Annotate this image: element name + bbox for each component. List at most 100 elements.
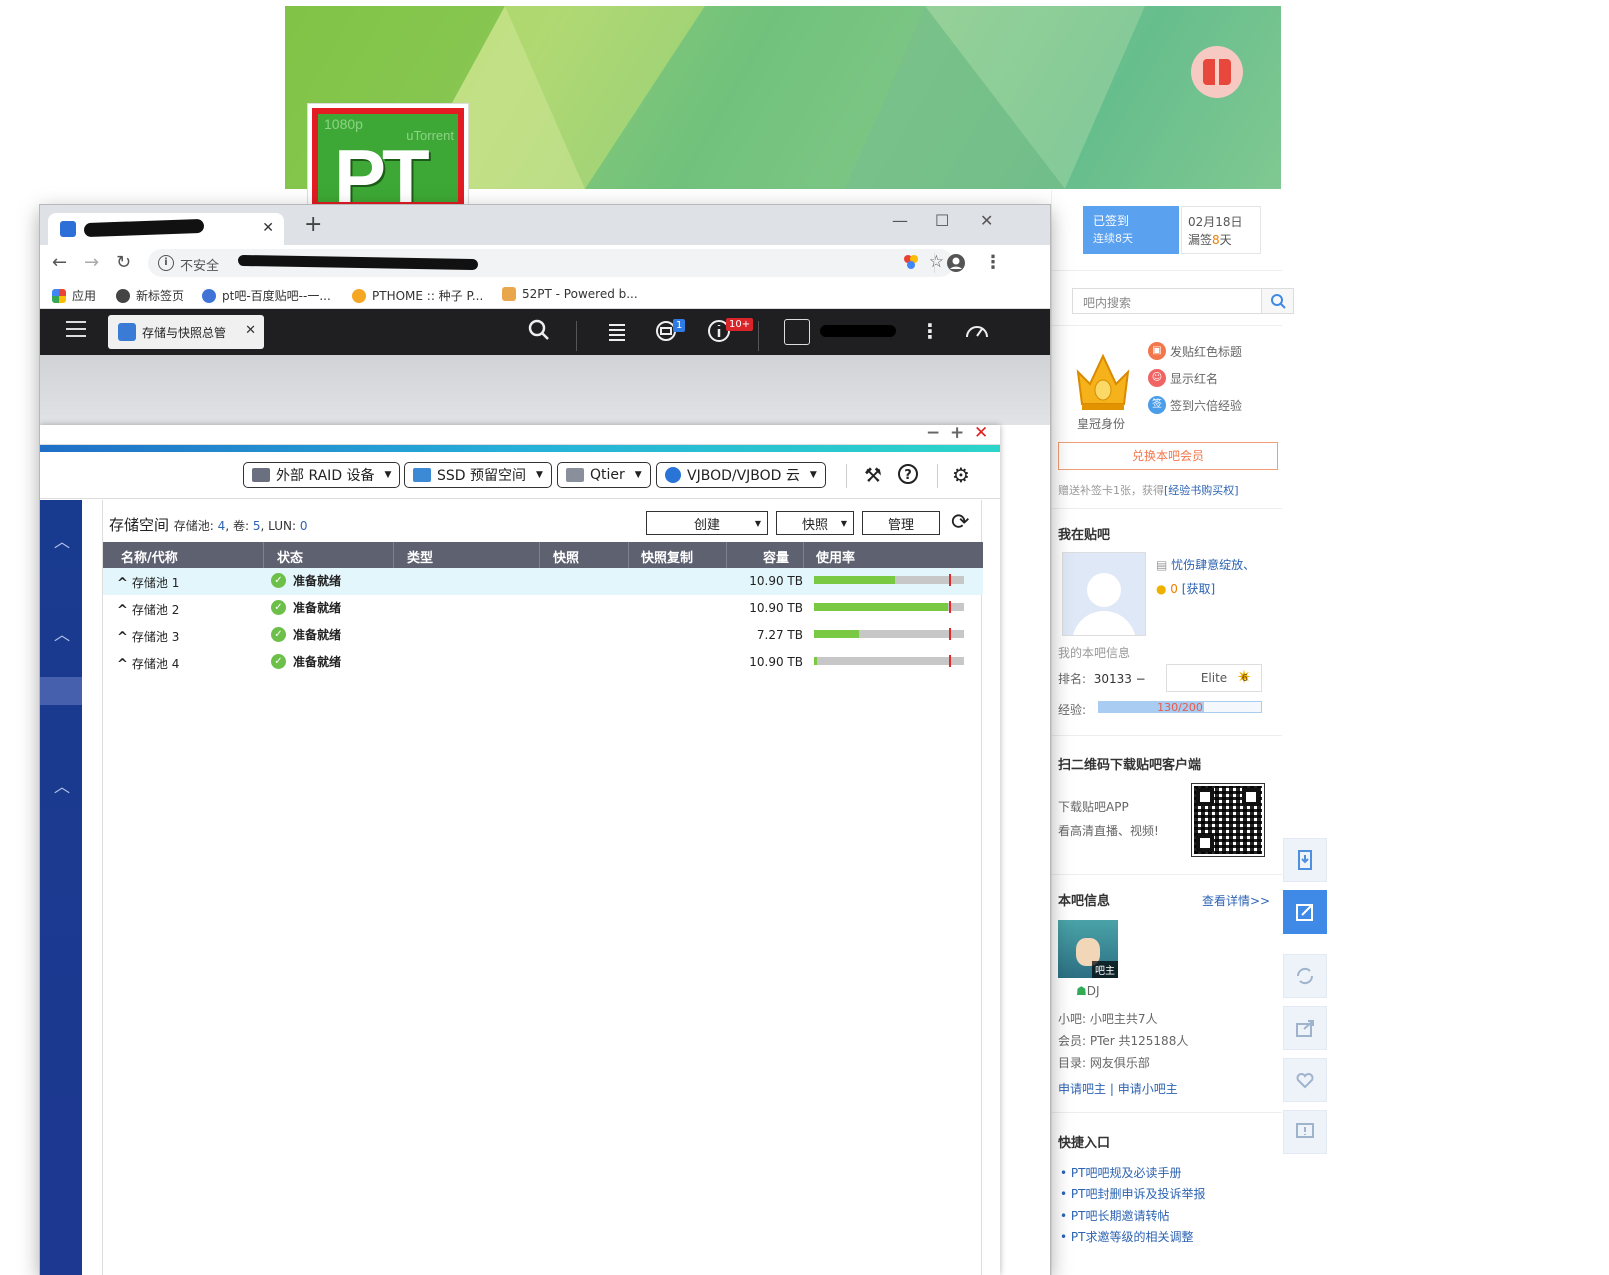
refresh-icon[interactable] [1283, 954, 1327, 998]
pool-name: ^ 存储池 2 [117, 603, 180, 618]
report-icon[interactable] [1283, 1110, 1327, 1154]
expand-chevron-icon[interactable]: ^ [117, 576, 128, 591]
share-icon[interactable] [1283, 1006, 1327, 1050]
nav-section-storage-chevron-icon[interactable]: ︿ [54, 621, 70, 645]
level-badge: Elite ✷ 6 [1166, 664, 1262, 692]
bookmark-52pt[interactable]: 52PT - Powered b... [502, 287, 638, 301]
avatar[interactable] [1062, 552, 1146, 636]
gift-icon[interactable] [1191, 46, 1243, 98]
quick-link[interactable]: • PT吧吧规及必读手册 [1060, 1164, 1181, 1181]
status-cell: ✓ 准备就绪 [271, 626, 341, 643]
new-tab-button[interactable]: + [304, 213, 322, 237]
qtier-dropdown[interactable]: Qtier ▼ [557, 462, 651, 488]
close-window-icon[interactable]: ✕ [980, 211, 993, 230]
table-row[interactable]: ^ 存储池 4 ✓ 准备就绪 10.90 TB [103, 649, 983, 676]
bookmark-pthome[interactable]: PTHOME :: 种子 P... [352, 287, 483, 304]
my-forum-info-label: 我的本吧信息 [1058, 646, 1131, 660]
post-edit-icon[interactable] [1283, 890, 1327, 934]
admin-name[interactable]: ☗DJ [1076, 984, 1100, 998]
username-redacted[interactable] [820, 325, 896, 337]
quick-link[interactable]: • PT求邀等级的相关调整 [1060, 1228, 1193, 1245]
col-snapshot-replica[interactable]: 快照复制 [641, 547, 693, 566]
refresh-icon[interactable]: ⟳ [951, 511, 969, 535]
admin-avatar[interactable]: 吧主 [1058, 920, 1118, 978]
help-icon[interactable]: ? [897, 463, 919, 490]
ready-check-icon: ✓ [271, 654, 286, 669]
quick-link[interactable]: • PT吧封删申诉及投诉举报 [1060, 1185, 1205, 1202]
forum-search-input[interactable]: 吧内搜索 [1072, 288, 1262, 314]
expand-chevron-icon[interactable]: ^ [117, 657, 128, 672]
app-tab-storage[interactable]: 存储与快照总管 ✕ [108, 315, 264, 349]
capacity-cell: 7.27 TB [756, 628, 803, 642]
settings-gear-icon[interactable]: ⚙ [952, 463, 970, 487]
ready-check-icon: ✓ [271, 627, 286, 642]
user-icon[interactable] [784, 319, 810, 345]
forum-info-link[interactable]: 查看详情>> [1202, 892, 1270, 909]
rank: 排名: 30133 − [1058, 672, 1146, 686]
nav-section-overview-chevron-icon[interactable]: ︿ [54, 528, 70, 552]
usage-bar [814, 574, 964, 586]
browser-tab[interactable]: ✕ [48, 213, 284, 245]
tab-close-icon[interactable]: ✕ [262, 220, 274, 236]
col-snapshot[interactable]: 快照 [553, 547, 579, 566]
apply-admin-link[interactable]: 申请吧主 [1058, 1082, 1106, 1096]
col-type[interactable]: 类型 [407, 547, 433, 566]
bookmark-tieba[interactable]: pt吧-百度贴吧--一... [202, 287, 331, 304]
bookmark-star-icon[interactable]: ☆ [929, 252, 944, 272]
search-icon[interactable] [528, 319, 550, 346]
table-row[interactable]: ^ 存储池 3 ✓ 准备就绪 7.27 TB [103, 622, 983, 649]
usage-bar [814, 655, 964, 667]
main-menu-icon[interactable] [66, 321, 86, 342]
redeem-vip-button[interactable]: 兑换本吧会员 [1058, 442, 1278, 470]
browser-menu-icon[interactable]: ⋮ [984, 251, 1002, 275]
col-capacity[interactable]: 容量 [763, 547, 789, 566]
col-status[interactable]: 状态 [277, 547, 303, 566]
reload-icon[interactable]: ↻ [116, 251, 131, 275]
username[interactable]: ▤ 忧伤肆意绽放、 [1156, 556, 1255, 573]
back-icon[interactable]: ← [52, 251, 67, 275]
threshold-marker [949, 655, 951, 667]
snapshot-button[interactable]: 快照 ▼ [776, 511, 854, 535]
quick-link[interactable]: • PT吧长期邀请转帖 [1060, 1207, 1169, 1224]
more-options-icon[interactable]: ⋮ [920, 319, 940, 343]
app-maximize-icon[interactable]: + [950, 423, 964, 443]
signin-button[interactable]: 已签到 连续8天 [1083, 206, 1179, 254]
get-coins-link[interactable]: [获取] [1182, 582, 1215, 596]
background-tasks-icon[interactable] [606, 319, 628, 348]
col-usage[interactable]: 使用率 [816, 547, 855, 566]
manage-button[interactable]: 管理 [862, 511, 940, 535]
app-minimize-icon[interactable]: − [926, 423, 940, 443]
tools-icon[interactable]: ⚒ [864, 463, 882, 487]
vjbod-dropdown[interactable]: VJBOD/VJBOD 云 ▼ [656, 462, 826, 488]
qr-line-2: 看高清直播、视频! [1058, 824, 1159, 838]
nav-item-selected[interactable] [40, 677, 82, 705]
table-row[interactable]: ^ 存储池 1 ✓ 准备就绪 10.90 TB [103, 568, 983, 595]
like-heart-icon[interactable] [1283, 1058, 1327, 1102]
expand-chevron-icon[interactable]: ^ [117, 630, 128, 645]
ssd-overprovision-dropdown[interactable]: SSD 预留空间 ▼ [404, 462, 552, 488]
col-name[interactable]: 名称/代称 [121, 547, 178, 566]
dashboard-gauge-icon[interactable] [964, 319, 990, 346]
extension-icon[interactable] [902, 253, 920, 271]
forward-icon[interactable]: → [84, 251, 99, 275]
download-app-icon[interactable] [1283, 838, 1327, 882]
app-tab-close-icon[interactable]: ✕ [245, 323, 256, 338]
app-window-titlebar: − + ✕ [40, 423, 1000, 445]
nav-section-snapshot-chevron-icon[interactable]: ︿ [54, 773, 70, 797]
address-bar[interactable]: i 不安全 ☆ [148, 249, 954, 277]
expand-chevron-icon[interactable]: ^ [117, 603, 128, 618]
tab-favicon-icon [60, 221, 76, 237]
bookmark-newtab[interactable]: 新标签页 [116, 287, 184, 304]
create-button[interactable]: 创建 ▼ [646, 511, 768, 535]
profile-icon[interactable] [946, 253, 966, 273]
bookmark-apps[interactable]: 应用 [52, 287, 96, 304]
search-icon[interactable] [1262, 288, 1294, 314]
table-row[interactable]: ^ 存储池 2 ✓ 准备就绪 10.90 TB [103, 595, 983, 622]
maximize-icon[interactable]: ☐ [935, 211, 949, 230]
app-close-icon[interactable]: ✕ [974, 423, 988, 443]
info-icon[interactable]: i [158, 255, 174, 271]
exp-book-link[interactable]: [经验书购买权] [1164, 484, 1239, 497]
minimize-icon[interactable]: — [892, 211, 908, 230]
external-raid-dropdown[interactable]: 外部 RAID 设备 ▼ [243, 462, 401, 488]
apply-small-admin-link[interactable]: 申请小吧主 [1118, 1082, 1178, 1096]
